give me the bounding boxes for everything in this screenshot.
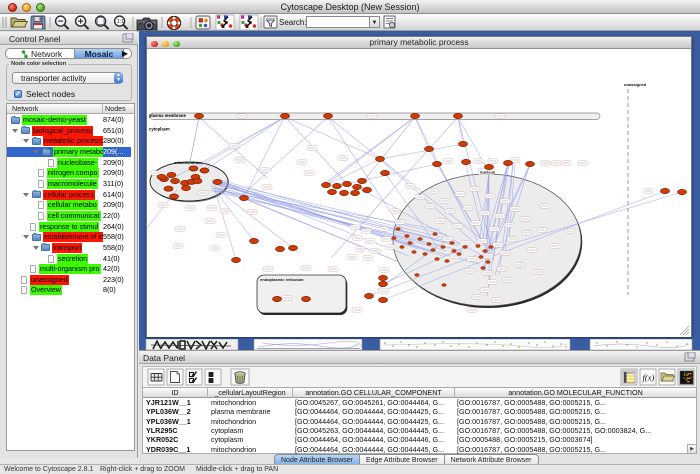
svg-text:cytoplasm: cytoplasm [149, 127, 170, 132]
svg-text:mitochondrion: mitochondrion [174, 160, 203, 165]
svg-text:nucleus: nucleus [480, 169, 496, 174]
svg-text:endoplasmic reticulum: endoplasmic reticulum [260, 277, 304, 282]
svg-text:1:1: 1:1 [117, 19, 125, 25]
svg-text:plasma membrane: plasma membrane [149, 113, 186, 118]
svg-text:unassigned: unassigned [624, 82, 647, 87]
svg-text:f(x): f(x) [643, 373, 655, 383]
